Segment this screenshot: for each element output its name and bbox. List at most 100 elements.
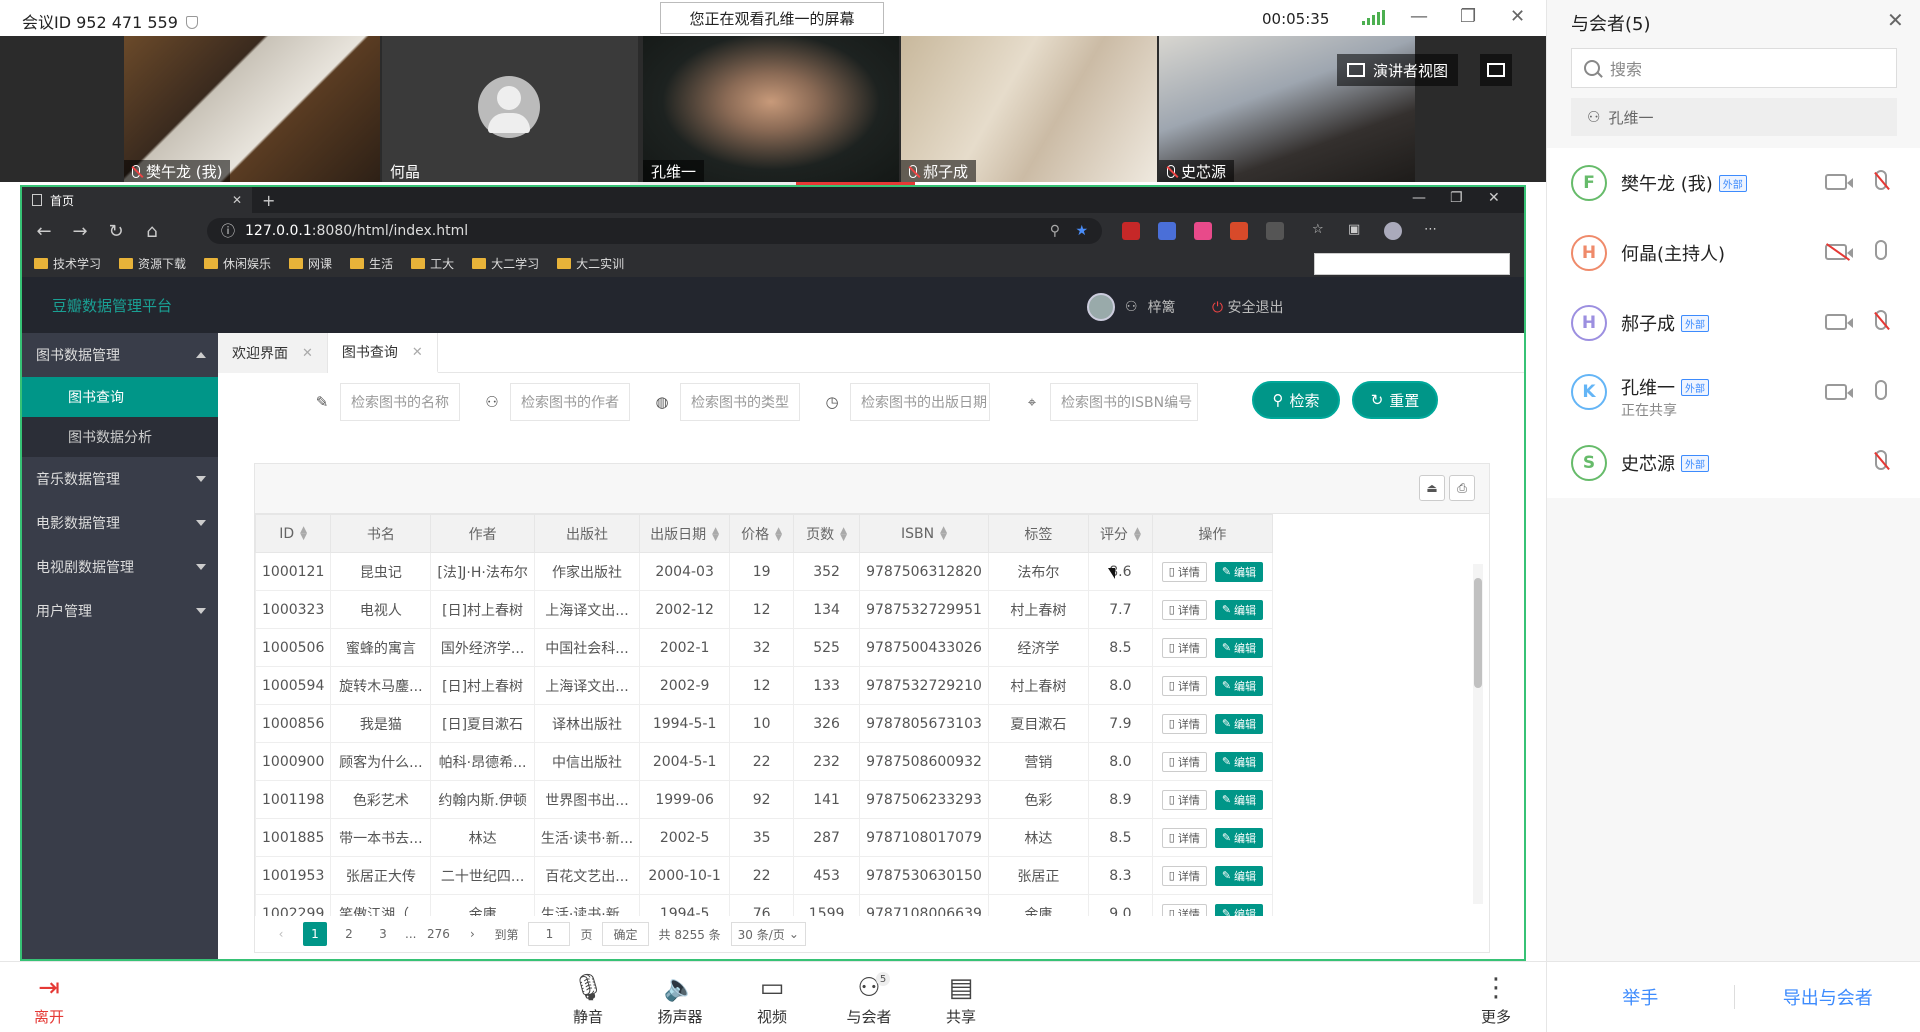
raise-hand-button[interactable]: 举手: [1547, 984, 1734, 1010]
bookmark-folder[interactable]: 生活: [350, 255, 393, 272]
video-tile[interactable]: 樊午龙 (我): [124, 36, 380, 182]
edit-button[interactable]: ✎ 编辑: [1214, 637, 1264, 658]
back-icon[interactable]: ←: [26, 221, 62, 242]
sidebar-group-movies[interactable]: 电影数据管理: [22, 501, 218, 545]
close-icon[interactable]: ✕: [1510, 6, 1525, 27]
edit-button[interactable]: ✎ 编辑: [1214, 827, 1264, 848]
favorite-star-icon[interactable]: ★: [1075, 223, 1088, 239]
tab-book-query[interactable]: 图书查询 ✕: [327, 333, 438, 373]
goto-confirm-button[interactable]: 确定: [602, 922, 649, 946]
participant-row[interactable]: S 史芯源 外部: [1547, 428, 1920, 498]
search-author-input[interactable]: 检索图书的作者: [510, 383, 630, 421]
detail-button[interactable]: ▯ 详情: [1161, 599, 1207, 620]
detail-button[interactable]: ▯ 详情: [1161, 675, 1207, 696]
leave-button[interactable]: ⇥ 离开: [14, 970, 84, 1027]
prev-page-icon[interactable]: ‹: [269, 922, 293, 946]
edit-button[interactable]: ✎ 编辑: [1214, 599, 1264, 620]
col-price[interactable]: 价格 ▲ ▼: [729, 514, 795, 553]
camera-icon[interactable]: [1825, 174, 1853, 190]
table-row[interactable]: 1000506 蜜蜂的寓言 国外经济学... 中国社会科... 2002-1 32 525 9…: [254, 628, 1273, 667]
search-date-input[interactable]: 检索图书的出版日期: [850, 383, 990, 421]
col-pages[interactable]: 页数 ▲ ▼: [793, 514, 861, 553]
bookmark-folder[interactable]: 技术学习: [34, 255, 101, 272]
close-icon[interactable]: ✕: [232, 193, 242, 207]
next-page-icon[interactable]: ›: [460, 922, 484, 946]
table-row[interactable]: 1000900 顾客为什么... 帕科·昂德希... 中信出版社 2004-5-1 22 2…: [254, 742, 1273, 781]
detail-button[interactable]: ▯ 详情: [1161, 865, 1207, 886]
collections-icon[interactable]: ▣: [1348, 222, 1366, 240]
camera-icon[interactable]: [1825, 384, 1853, 400]
detail-button[interactable]: ▯ 详情: [1161, 561, 1207, 582]
new-tab-icon[interactable]: +: [262, 191, 275, 210]
video-tile[interactable]: 何晶: [382, 36, 638, 182]
edit-button[interactable]: ✎ 编辑: [1214, 713, 1264, 734]
tab-welcome[interactable]: 欢迎界面 ✕: [218, 333, 328, 373]
page-2[interactable]: 2: [337, 922, 361, 946]
table-row[interactable]: 1000856 我是猫 [日]夏目漱石 译林出版社 1994-5-1 10 326 97878…: [254, 704, 1273, 743]
zoom-icon[interactable]: ⚲: [1050, 223, 1060, 239]
sidebar-group-music[interactable]: 音乐数据管理: [22, 457, 218, 501]
participants-button[interactable]: ⚇ 5 与会者: [834, 970, 904, 1027]
bookmark-folder[interactable]: 工大: [411, 255, 454, 272]
col-id[interactable]: ID ▲ ▼: [254, 514, 332, 553]
restore-icon[interactable]: ❐: [1460, 6, 1476, 27]
bookmark-folder[interactable]: 大二实训: [557, 255, 624, 272]
address-bar[interactable]: ⓘ 127.0.0.1:8080/html/index.html ⚲ ★: [207, 218, 1102, 244]
export-button[interactable]: ⏏: [1419, 475, 1445, 501]
extension-icon[interactable]: [1266, 222, 1284, 240]
edit-button[interactable]: ✎ 编辑: [1214, 789, 1264, 810]
bookmark-folder[interactable]: 大二学习: [472, 255, 539, 272]
sort-icon[interactable]: ▲ ▼: [840, 526, 847, 542]
video-tile[interactable]: 郝子成: [901, 36, 1157, 182]
export-participants-button[interactable]: 导出与会者: [1735, 984, 1920, 1010]
page-1[interactable]: 1: [303, 922, 327, 946]
restore-icon[interactable]: ❐: [1450, 190, 1463, 206]
sidebar-item-book-query[interactable]: 图书查询: [22, 377, 218, 417]
bookmark-folder[interactable]: 休闲娱乐: [204, 255, 271, 272]
browser-tab[interactable]: 首页 ✕: [22, 187, 252, 213]
extension-icon[interactable]: [1158, 222, 1176, 240]
search-name-input[interactable]: 检索图书的名称: [340, 383, 460, 421]
camera-off-icon[interactable]: [1825, 244, 1853, 260]
favorites-icon[interactable]: ☆: [1312, 222, 1330, 240]
detail-button[interactable]: ▯ 详情: [1161, 827, 1207, 848]
edit-button[interactable]: ✎ 编辑: [1214, 675, 1264, 696]
menu-icon[interactable]: ⋯: [1424, 222, 1442, 240]
sidebar-group-tv[interactable]: 电视剧数据管理: [22, 545, 218, 589]
edit-button[interactable]: ✎ 编辑: [1214, 751, 1264, 772]
close-icon[interactable]: ✕: [1488, 190, 1500, 206]
mic-muted-icon[interactable]: [1875, 310, 1887, 330]
page-last[interactable]: 276: [426, 922, 450, 946]
camera-icon[interactable]: [1825, 314, 1853, 330]
col-date[interactable]: 出版日期 ▲ ▼: [639, 514, 731, 553]
bookmark-folder[interactable]: 网课: [289, 255, 332, 272]
profile-avatar[interactable]: [1384, 222, 1402, 240]
sort-icon[interactable]: ▲ ▼: [1134, 526, 1141, 542]
extension-icon[interactable]: [1194, 222, 1212, 240]
more-button[interactable]: ⋮ 更多: [1461, 970, 1531, 1027]
search-button[interactable]: ⚲ 检索: [1252, 381, 1340, 419]
mic-muted-icon[interactable]: [1875, 450, 1887, 470]
participant-row[interactable]: H 何晶(主持人): [1547, 218, 1920, 288]
table-row[interactable]: 1000594 旋转木马鏖... [日]村上春树 上海译文出... 2002-9 12 13…: [254, 666, 1273, 705]
sidebar-group-users[interactable]: 用户管理: [22, 589, 218, 633]
edit-button[interactable]: ✎ 编辑: [1214, 561, 1264, 582]
search-isbn-input[interactable]: 检索图书的ISBN编号: [1050, 383, 1198, 421]
page-size-select[interactable]: 30 条/页 ⌄: [730, 922, 806, 946]
sort-icon[interactable]: ▲ ▼: [300, 525, 307, 541]
bookmark-folder[interactable]: 资源下载: [119, 255, 186, 272]
share-button[interactable]: ▤ 共享: [926, 970, 996, 1027]
col-isbn[interactable]: ISBN ▲ ▼: [859, 514, 989, 553]
close-icon[interactable]: ✕: [302, 346, 313, 361]
participant-row[interactable]: K 孔维一 外部 正在共享: [1547, 358, 1920, 428]
page-3[interactable]: 3: [371, 922, 395, 946]
table-scrollbar[interactable]: [1473, 564, 1483, 904]
participant-search-input[interactable]: 搜索: [1571, 48, 1897, 88]
mute-button[interactable]: 🎙 静音: [553, 970, 623, 1027]
video-button[interactable]: ▭ 视频: [737, 970, 807, 1027]
table-row[interactable]: 1001953 张居正大传 二十世纪四... 百花文艺出... 2000-10-1 22 4…: [254, 856, 1273, 895]
forward-icon[interactable]: →: [62, 221, 98, 242]
extension-icon[interactable]: [1122, 222, 1140, 240]
home-icon[interactable]: ⌂: [134, 221, 170, 242]
detail-button[interactable]: ▯ 详情: [1161, 751, 1207, 772]
